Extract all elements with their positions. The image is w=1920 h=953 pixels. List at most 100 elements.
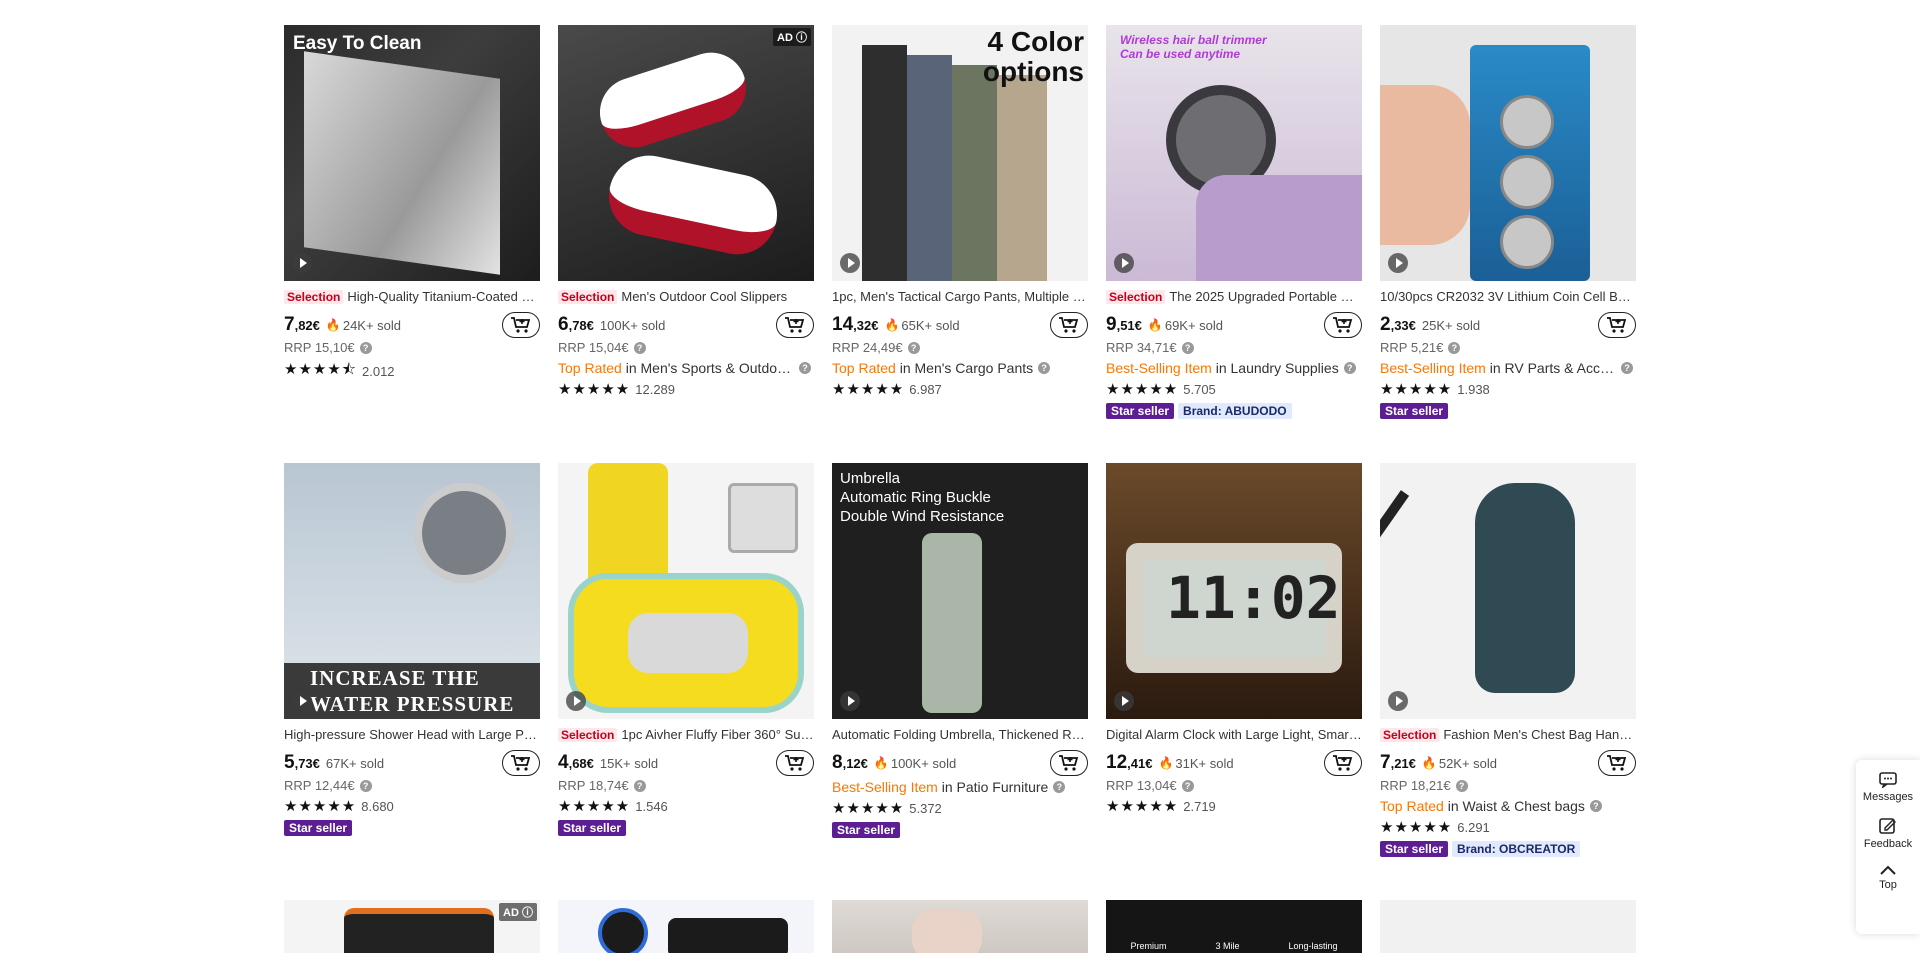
add-to-cart-button[interactable] <box>1598 312 1636 338</box>
price: 9,51€ <box>1106 314 1142 335</box>
add-to-cart-button[interactable] <box>502 312 540 338</box>
product-image[interactable]: AD ⓘ <box>558 25 814 281</box>
question-icon[interactable]: ? <box>633 779 646 792</box>
add-to-cart-button[interactable] <box>1050 312 1088 338</box>
add-to-cart-button[interactable] <box>1598 750 1636 776</box>
question-icon[interactable]: ? <box>1181 779 1194 792</box>
product-card[interactable] <box>1380 900 1636 953</box>
messages-button[interactable]: Messages <box>1863 772 1913 803</box>
question-icon[interactable]: ? <box>1038 362 1051 374</box>
product-image[interactable] <box>558 900 814 953</box>
star-seller-badge[interactable]: Star seller <box>1380 841 1449 857</box>
feature-label: Premium <box>1130 941 1167 951</box>
play-icon[interactable] <box>1388 253 1408 273</box>
product-image[interactable]: Wireless hair ball trimmer Can be used a… <box>1106 25 1362 281</box>
brand-badge[interactable]: Brand: ABUDODO <box>1178 403 1292 419</box>
add-to-cart-button[interactable] <box>776 312 814 338</box>
add-to-cart-button[interactable] <box>502 750 540 776</box>
question-icon[interactable]: ? <box>359 779 372 792</box>
product-image[interactable] <box>832 900 1088 953</box>
play-icon[interactable] <box>566 691 586 711</box>
play-icon[interactable] <box>292 253 312 273</box>
product-image[interactable] <box>558 463 814 719</box>
play-icon[interactable] <box>292 691 312 711</box>
product-card[interactable]: AD ⓘ Selection Men's Outdoor Cool Slipper… <box>558 25 814 419</box>
price-line: 7,82€ 🔥 24K+ sold <box>284 312 540 338</box>
star-seller-badge[interactable]: Star seller <box>832 822 901 838</box>
product-image[interactable]: AD ⓘ <box>284 900 540 953</box>
question-icon[interactable]: ? <box>1343 362 1356 374</box>
stars-icon: ★★★★★ <box>1106 798 1179 815</box>
add-to-cart-button[interactable] <box>1324 750 1362 776</box>
back-to-top-button[interactable]: Top <box>1879 864 1897 891</box>
product-title[interactable]: High-pressure Shower Head with Large Pa.… <box>284 727 540 743</box>
star-seller-badge[interactable]: Star seller <box>284 820 353 836</box>
product-image[interactable] <box>1380 25 1636 281</box>
product-card[interactable]: Wireless hair ball trimmer Can be used a… <box>1106 25 1362 419</box>
rank-label[interactable]: Top Rated in Men's Sports & Outdoo...? <box>558 360 814 376</box>
play-icon[interactable] <box>840 691 860 711</box>
product-card[interactable] <box>832 900 1088 953</box>
question-icon[interactable]: ? <box>907 341 920 354</box>
play-icon[interactable] <box>1114 691 1134 711</box>
question-icon[interactable]: ? <box>1589 800 1602 812</box>
product-image[interactable]: Premium 3 Mile Long-lasting <box>1106 900 1362 953</box>
product-title[interactable]: Automatic Folding Umbrella, Thickened Re… <box>832 727 1088 743</box>
product-title[interactable]: Digital Alarm Clock with Large Light, Sm… <box>1106 727 1362 743</box>
price-line: 7,21€ 🔥 52K+ sold <box>1380 750 1636 776</box>
product-title[interactable]: 10/30pcs CR2032 3V Lithium Coin Cell Bat… <box>1380 289 1636 305</box>
question-icon[interactable]: ? <box>1448 341 1461 354</box>
product-image[interactable]: Umbrella Automatic Ring Buckle Double Wi… <box>832 463 1088 719</box>
product-card[interactable] <box>558 900 814 953</box>
play-icon[interactable] <box>840 253 860 273</box>
product-title[interactable]: Selection 1pc Aivher Fluffy Fiber 360° Su… <box>558 727 814 743</box>
product-image[interactable] <box>1380 463 1636 719</box>
play-icon[interactable] <box>1388 691 1408 711</box>
product-image[interactable]: INCREASE THE WATER PRESSURE <box>284 463 540 719</box>
product-card[interactable]: 4 Color options 1pc, Men's Tactical Carg… <box>832 25 1088 419</box>
product-title[interactable]: Selection High-Quality Titanium-Coated S.… <box>284 289 540 305</box>
badges: Star seller <box>832 822 1088 838</box>
brand-badge[interactable]: Brand: OBCREATOR <box>1452 841 1581 857</box>
product-card[interactable]: Umbrella Automatic Ring Buckle Double Wi… <box>832 463 1088 857</box>
question-icon[interactable]: ? <box>1181 341 1194 354</box>
star-seller-badge[interactable]: Star seller <box>1380 403 1449 419</box>
product-image[interactable]: Easy To Clean <box>284 25 540 281</box>
add-to-cart-button[interactable] <box>1050 750 1088 776</box>
rank-label[interactable]: Top Rated in Waist & Chest bags? <box>1380 798 1636 814</box>
question-icon[interactable]: ? <box>359 341 372 354</box>
product-title[interactable]: Selection The 2025 Upgraded Portable M... <box>1106 289 1362 305</box>
add-to-cart-button[interactable] <box>776 750 814 776</box>
rank-label[interactable]: Best-Selling Item in Patio Furniture? <box>832 779 1088 795</box>
question-icon[interactable]: ? <box>633 341 646 354</box>
product-card[interactable]: AD ⓘ <box>284 900 540 953</box>
question-icon[interactable]: ? <box>1621 362 1633 374</box>
ad-badge[interactable]: AD ⓘ <box>773 28 811 46</box>
product-card[interactable]: Easy To Clean Selection High-Quality Tita… <box>284 25 540 419</box>
question-icon[interactable]: ? <box>799 362 811 374</box>
star-seller-badge[interactable]: Star seller <box>558 820 627 836</box>
product-image[interactable]: 4 Color options <box>832 25 1088 281</box>
rank-label[interactable]: Best-Selling Item in Laundry Supplies? <box>1106 360 1362 376</box>
product-card[interactable]: 11:02 Digital Alarm Clock with Large Lig… <box>1106 463 1362 857</box>
ad-badge[interactable]: AD ⓘ <box>499 903 537 921</box>
product-card[interactable]: Premium 3 Mile Long-lasting <box>1106 900 1362 953</box>
product-card[interactable]: Selection 1pc Aivher Fluffy Fiber 360° Su… <box>558 463 814 857</box>
rank-label[interactable]: Best-Selling Item in RV Parts & Acces...… <box>1380 360 1636 376</box>
feature-label: 3 Mile <box>1215 941 1240 951</box>
product-title[interactable]: 1pc, Men's Tactical Cargo Pants, Multipl… <box>832 289 1088 305</box>
rank-label[interactable]: Top Rated in Men's Cargo Pants? <box>832 360 1088 376</box>
product-title[interactable]: Selection Fashion Men's Chest Bag Handb..… <box>1380 727 1636 743</box>
feedback-button[interactable]: Feedback <box>1864 817 1912 850</box>
product-card[interactable]: Selection Fashion Men's Chest Bag Handb..… <box>1380 463 1636 857</box>
question-icon[interactable]: ? <box>1053 781 1066 793</box>
product-image[interactable]: 11:02 <box>1106 463 1362 719</box>
play-icon[interactable] <box>1114 253 1134 273</box>
product-card[interactable]: 10/30pcs CR2032 3V Lithium Coin Cell Bat… <box>1380 25 1636 419</box>
star-seller-badge[interactable]: Star seller <box>1106 403 1175 419</box>
product-title[interactable]: Selection Men's Outdoor Cool Slippers <box>558 289 814 305</box>
product-card[interactable]: INCREASE THE WATER PRESSURE High-pressur… <box>284 463 540 857</box>
product-image[interactable] <box>1380 900 1636 953</box>
add-to-cart-button[interactable] <box>1324 312 1362 338</box>
question-icon[interactable]: ? <box>1455 779 1468 792</box>
